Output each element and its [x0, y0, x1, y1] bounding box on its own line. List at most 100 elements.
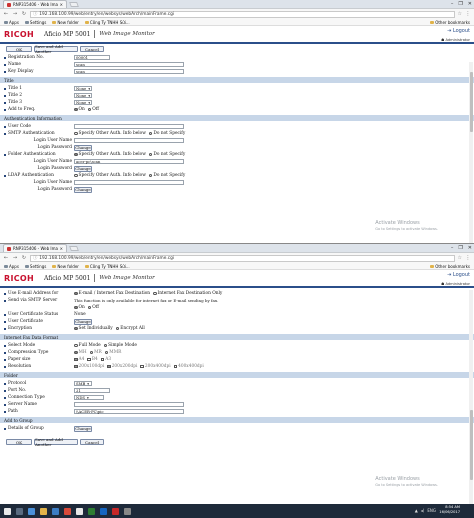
bookmark-apps[interactable]: Apps: [4, 20, 19, 25]
forward-icon[interactable]: →: [12, 11, 18, 17]
minimize-button[interactable]: –: [451, 245, 454, 251]
ifax-only-radio[interactable]: Internet Fax Destination Only: [153, 291, 222, 296]
scroll-thumb[interactable]: [469, 410, 473, 480]
port-input[interactable]: 21: [74, 388, 110, 393]
smtp-login-user-input[interactable]: [74, 138, 184, 143]
bookmark-star-icon[interactable]: ☆: [458, 11, 462, 17]
bookmark-apps[interactable]: Apps: [4, 264, 19, 269]
title1-select[interactable]: None: [74, 86, 92, 91]
server-name-input[interactable]: [74, 402, 184, 407]
path-input[interactable]: \\ACER-PC\pic: [74, 409, 184, 414]
ok-button[interactable]: OK: [6, 439, 32, 445]
word-icon[interactable]: [100, 507, 107, 515]
vertical-scrollbar[interactable]: [469, 62, 473, 243]
back-icon[interactable]: ←: [3, 11, 9, 17]
smtp-on-radio[interactable]: On: [74, 305, 85, 310]
bookmark-settings[interactable]: Settings: [24, 20, 46, 25]
freq-on-radio[interactable]: On: [74, 107, 85, 112]
smtp-off-radio[interactable]: Off: [87, 305, 99, 310]
res-200x400-checkbox[interactable]: 200x400dpi: [140, 364, 171, 369]
excel-icon[interactable]: [88, 507, 95, 515]
close-tab-icon[interactable]: ×: [60, 2, 63, 7]
cert-change-button[interactable]: Change: [74, 318, 92, 325]
edge-icon[interactable]: [52, 507, 59, 515]
new-tab-button[interactable]: [69, 2, 79, 7]
task-view-icon[interactable]: [28, 507, 35, 515]
logout-link[interactable]: ⇥ Logout: [441, 28, 470, 34]
key-display-input[interactable]: scan: [74, 69, 184, 74]
close-window-button[interactable]: ✕: [468, 245, 472, 251]
cancel-button[interactable]: Cancel: [80, 46, 104, 52]
smtp-donot-radio[interactable]: Do not Specify: [148, 131, 185, 136]
save-add-another-button[interactable]: Save and Add Another: [34, 437, 78, 447]
page-info-icon[interactable]: ⓘ: [33, 11, 37, 17]
smtp-change-password-button[interactable]: Change: [74, 144, 92, 151]
bookmark-company[interactable]: Công Ty TNHH Sửi...: [84, 264, 130, 269]
bookmark-settings[interactable]: Settings: [24, 264, 46, 269]
browser-tab[interactable]: RNP315406 - Web Imag ×: [3, 244, 67, 252]
app-icon[interactable]: [124, 507, 131, 515]
protocol-select[interactable]: SMB: [74, 381, 92, 386]
connection-type-select[interactable]: NDS: [74, 395, 104, 400]
a4-checkbox[interactable]: A4: [74, 357, 84, 362]
ldap-login-user-input[interactable]: [74, 180, 184, 185]
chrome-icon[interactable]: [76, 507, 83, 515]
ldap-donot-radio[interactable]: Do not Specify: [148, 173, 185, 178]
bookmark-company[interactable]: Công Ty TNHH Sửi...: [84, 20, 130, 25]
res-400x400-checkbox[interactable]: 400x400dpi: [173, 364, 204, 369]
new-tab-button[interactable]: [69, 246, 79, 251]
b4-checkbox[interactable]: B4: [87, 357, 98, 362]
title3-select[interactable]: None: [74, 100, 92, 105]
menu-icon[interactable]: ⋮: [465, 255, 471, 261]
other-bookmarks[interactable]: Other bookmarks: [430, 20, 470, 25]
simple-mode-radio[interactable]: Simple Mode: [103, 343, 137, 348]
folder-login-user-input[interactable]: acer-pc\scan: [74, 159, 184, 164]
freq-off-radio[interactable]: Off: [87, 107, 99, 112]
full-mode-radio[interactable]: Full Mode: [74, 343, 101, 348]
scroll-thumb[interactable]: [469, 72, 473, 132]
bookmark-star-icon[interactable]: ☆: [458, 255, 462, 261]
group-change-button[interactable]: Change: [74, 425, 92, 432]
maximize-button[interactable]: ❐: [458, 1, 462, 7]
user-code-input[interactable]: [74, 124, 184, 129]
minimize-button[interactable]: –: [451, 1, 454, 7]
folder-specify-radio[interactable]: Specify Other Auth. Info below: [74, 152, 146, 157]
bookmark-new-folder[interactable]: New folder: [52, 20, 79, 25]
res-200x100-checkbox[interactable]: 200x100dpi: [74, 364, 104, 369]
vertical-scrollbar[interactable]: [469, 290, 473, 504]
menu-icon[interactable]: ⋮: [465, 11, 471, 17]
registration-no-input[interactable]: 00001: [74, 55, 110, 60]
a3-checkbox[interactable]: A3: [100, 357, 111, 362]
forward-icon[interactable]: →: [12, 255, 18, 261]
res-200x200-checkbox[interactable]: 200x200dpi: [107, 364, 137, 369]
page-info-icon[interactable]: ⓘ: [33, 255, 37, 261]
folder-donot-radio[interactable]: Do not Specify: [148, 152, 185, 157]
close-tab-icon[interactable]: ×: [60, 246, 63, 251]
browser-tab[interactable]: RNP315406 - Web Imag ×: [3, 0, 67, 8]
reload-icon[interactable]: ↻: [21, 11, 27, 17]
back-icon[interactable]: ←: [3, 255, 9, 261]
pdf-icon[interactable]: [112, 507, 119, 515]
language-indicator[interactable]: ENG: [427, 508, 436, 513]
save-add-another-button[interactable]: Save and Add Another: [34, 44, 78, 54]
ok-button[interactable]: OK: [6, 46, 32, 52]
ldap-specify-radio[interactable]: Specify Other Auth. Info below: [74, 173, 146, 178]
url-field[interactable]: ⓘ 192.168.100.99/web/entry/en/websys/web…: [30, 10, 455, 18]
encrypt-all-radio[interactable]: Encrypt All: [115, 326, 145, 331]
search-icon[interactable]: [16, 507, 23, 515]
start-icon[interactable]: [4, 507, 11, 515]
cancel-button[interactable]: Cancel: [80, 439, 104, 445]
name-input[interactable]: scan: [74, 62, 184, 67]
clock[interactable]: 8:54 AM 16/06/2017: [439, 505, 460, 515]
logout-link[interactable]: ⇥ Logout: [441, 272, 470, 278]
bookmark-new-folder[interactable]: New folder: [52, 264, 79, 269]
smtp-specify-radio[interactable]: Specify Other Auth. Info below: [74, 131, 146, 136]
other-bookmarks[interactable]: Other bookmarks: [430, 264, 470, 269]
close-window-button[interactable]: ✕: [468, 1, 472, 7]
network-icon[interactable]: ▲: [415, 508, 418, 513]
url-field[interactable]: ⓘ 192.168.100.99/web/entry/en/websys/web…: [30, 254, 455, 262]
volume-icon[interactable]: ◂): [421, 508, 425, 513]
title2-select[interactable]: None: [74, 93, 92, 98]
app-icon[interactable]: [64, 507, 71, 515]
ldap-change-password-button[interactable]: Change: [74, 186, 92, 193]
